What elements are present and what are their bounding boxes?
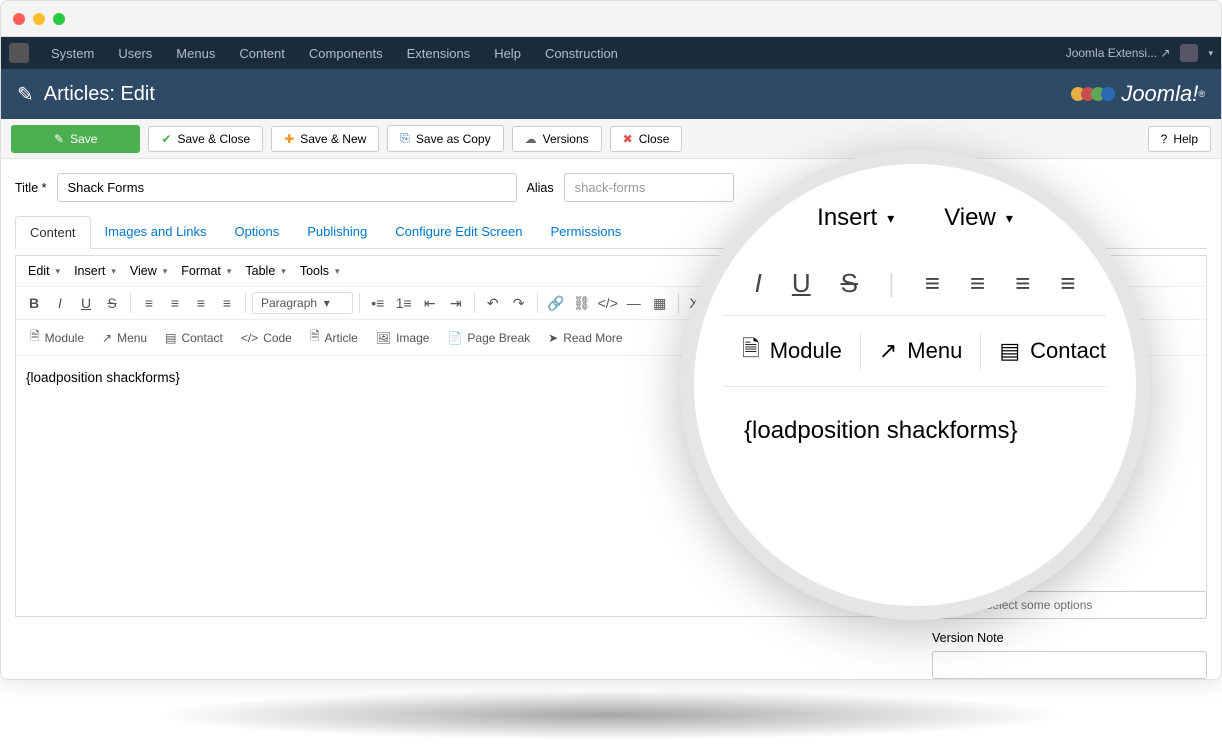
menu-extensions[interactable]: Extensions <box>395 46 483 61</box>
ed-menu-view[interactable]: View <box>124 260 173 282</box>
user-icon[interactable] <box>1180 44 1198 62</box>
ed-menu-edit[interactable]: Edit <box>22 260 66 282</box>
mag-underline-icon: U <box>792 268 811 299</box>
insert-readmore-button[interactable]: ➤ Read More <box>540 328 630 348</box>
page-title: Articles: Edit <box>44 83 1076 106</box>
align-left-icon[interactable]: ≡ <box>137 291 161 315</box>
save-button[interactable]: ✎Save <box>11 125 140 153</box>
mag-contact-button: ▤ Contact <box>981 332 1124 370</box>
hr-icon[interactable]: — <box>622 291 646 315</box>
action-toolbar: ✎Save ✔Save & Close ✚Save & New ⎘Save as… <box>1 119 1221 159</box>
menu-content[interactable]: Content <box>227 46 297 61</box>
window-zoom-icon[interactable] <box>53 13 65 25</box>
mag-sep-icon: | <box>888 268 895 299</box>
redo-icon[interactable]: ↷ <box>507 291 531 315</box>
insert-pagebreak-button[interactable]: 📄 Page Break <box>439 328 538 348</box>
mag-align-justify-icon: ≡ <box>1060 268 1075 299</box>
close-button[interactable]: ✖Close <box>610 126 683 152</box>
insert-module-button[interactable]: 🗎 Module <box>22 324 92 351</box>
version-note-label: Version Note <box>932 631 1207 645</box>
version-note-input[interactable] <box>932 651 1207 679</box>
alias-label: Alias <box>527 181 554 195</box>
number-list-icon[interactable]: 1≡ <box>392 291 416 315</box>
outdent-icon[interactable]: ⇤ <box>418 291 442 315</box>
mag-view-menu: View <box>944 204 1013 232</box>
joomla-icon[interactable] <box>9 43 29 63</box>
alias-input[interactable] <box>564 173 734 202</box>
magnifier-overlay: Insert View I U S | ≡ ≡ ≡ ≡ 🗎 Module ↗ M… <box>680 150 1150 620</box>
align-justify-icon[interactable]: ≡ <box>215 291 239 315</box>
ed-menu-table[interactable]: Table <box>239 260 291 282</box>
link-icon[interactable]: 🔗 <box>544 291 568 315</box>
tab-edit-screen[interactable]: Configure Edit Screen <box>381 216 536 248</box>
undo-icon[interactable]: ↶ <box>481 291 505 315</box>
ed-menu-tools[interactable]: Tools <box>294 260 346 282</box>
align-center-icon[interactable]: ≡ <box>163 291 187 315</box>
title-input[interactable] <box>57 173 517 202</box>
site-link[interactable]: Joomla Extensi... ↗ <box>1066 46 1171 60</box>
mac-titlebar <box>1 1 1221 37</box>
save-copy-button[interactable]: ⎘Save as Copy <box>387 125 503 152</box>
strikethrough-icon[interactable]: S <box>100 291 124 315</box>
user-caret-icon[interactable]: ▾ <box>1208 48 1213 59</box>
table-icon[interactable]: ▦ <box>648 291 672 315</box>
indent-icon[interactable]: ⇥ <box>444 291 468 315</box>
mag-align-left-icon: ≡ <box>925 268 940 299</box>
insert-menu-button[interactable]: ↗ Menu <box>94 328 155 348</box>
bullet-list-icon[interactable]: •≡ <box>366 291 390 315</box>
page-header: ✎ Articles: Edit Joomla!® <box>1 69 1221 119</box>
menu-help[interactable]: Help <box>482 46 533 61</box>
admin-menubar: System Users Menus Content Components Ex… <box>1 37 1221 69</box>
insert-code-button[interactable]: </> Code <box>233 328 300 348</box>
save-new-button[interactable]: ✚Save & New <box>271 126 379 152</box>
menu-components[interactable]: Components <box>297 46 395 61</box>
insert-contact-button[interactable]: ▤ Contact <box>157 328 231 348</box>
tab-options[interactable]: Options <box>220 216 293 248</box>
insert-article-button[interactable]: 🗎 Article <box>302 324 366 351</box>
tab-content[interactable]: Content <box>15 216 91 249</box>
save-close-button[interactable]: ✔Save & Close <box>148 126 263 152</box>
unlink-icon[interactable]: ⛓ <box>570 291 594 315</box>
drop-shadow <box>150 690 1070 740</box>
window-close-icon[interactable] <box>13 13 25 25</box>
mag-insert-menu: Insert <box>817 204 894 232</box>
code-icon[interactable]: </> <box>596 291 620 315</box>
mag-module-button: 🗎 Module <box>724 332 861 370</box>
menu-construction[interactable]: Construction <box>533 46 630 61</box>
align-right-icon[interactable]: ≡ <box>189 291 213 315</box>
tab-publishing[interactable]: Publishing <box>293 216 381 248</box>
mag-italic-icon: I <box>755 268 762 299</box>
insert-image-button[interactable]: 🖼 Image <box>368 328 438 348</box>
tab-images-links[interactable]: Images and Links <box>91 216 221 248</box>
tab-permissions[interactable]: Permissions <box>536 216 635 248</box>
menu-menus[interactable]: Menus <box>164 46 227 61</box>
title-label: Title * <box>15 181 47 195</box>
underline-icon[interactable]: U <box>74 291 98 315</box>
pencil-icon: ✎ <box>17 82 34 107</box>
menu-users[interactable]: Users <box>106 46 164 61</box>
window-minimize-icon[interactable] <box>33 13 45 25</box>
mag-strikethrough-icon: S <box>841 268 858 299</box>
italic-icon[interactable]: I <box>48 291 72 315</box>
mag-align-right-icon: ≡ <box>1015 268 1030 299</box>
mag-menu-button: ↗ Menu <box>861 332 981 370</box>
help-button[interactable]: ?Help <box>1148 126 1211 152</box>
ed-menu-format[interactable]: Format <box>175 260 237 282</box>
paragraph-select[interactable]: Paragraph ▾ <box>252 292 353 314</box>
joomla-logo: Joomla!® <box>1075 79 1205 109</box>
mag-content: {loadposition shackforms} <box>724 387 1106 475</box>
mag-align-center-icon: ≡ <box>970 268 985 299</box>
ed-menu-insert[interactable]: Insert <box>68 260 122 282</box>
menu-system[interactable]: System <box>39 46 106 61</box>
bold-icon[interactable]: B <box>22 291 46 315</box>
versions-button[interactable]: ☁Versions <box>512 126 602 152</box>
